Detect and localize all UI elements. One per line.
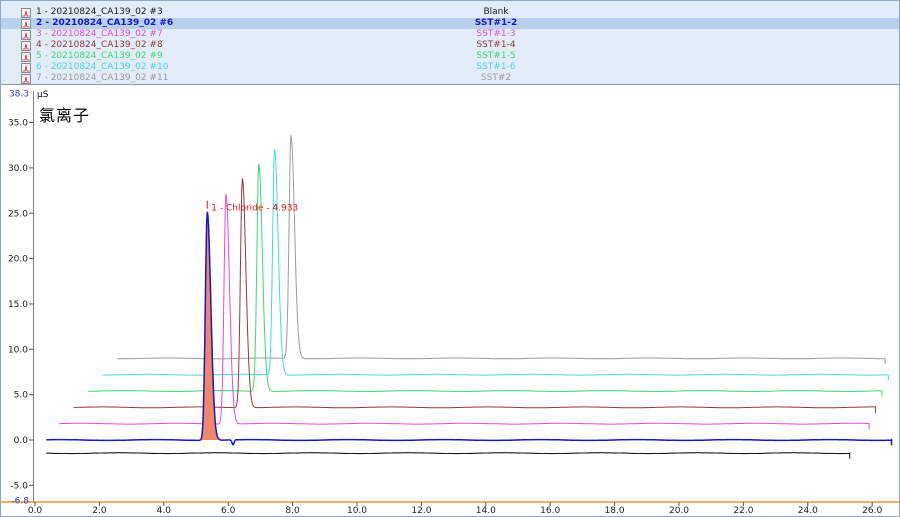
chromatogram-icon — [21, 63, 31, 73]
svg-text:14.0: 14.0 — [476, 506, 496, 516]
chromatogram-plot[interactable]: -5.0 0.0 5.0 10.0 15.0 20.0 25.0 30.0 35.0 38.3 -6… — [1, 86, 899, 517]
legend-row[interactable]: 6 - 20210824_CA139_02 #10 SST#1-6 — [1, 62, 899, 73]
svg-text:18.0: 18.0 — [605, 506, 625, 516]
svg-text:12.0: 12.0 — [411, 506, 431, 516]
chromatogram-icon — [21, 74, 31, 84]
legend-row[interactable]: 5 - 20210824_CA139_02 #9 SST#1-5 — [1, 51, 899, 62]
legend-sample-name: 5 - 20210824_CA139_02 #9 — [36, 51, 163, 62]
legend-row[interactable]: 3 - 20210824_CA139_02 #7 SST#1-3 — [1, 29, 899, 40]
chromatogram-icon — [21, 8, 31, 18]
legend-sample-name: 6 - 20210824_CA139_02 #10 — [36, 62, 168, 73]
trace-SST#2 — [117, 135, 885, 363]
svg-text:15.0: 15.0 — [8, 300, 28, 310]
legend-sample-label: Blank — [429, 7, 563, 18]
svg-text:20.0: 20.0 — [8, 255, 28, 265]
chromatogram-icon — [21, 19, 31, 29]
legend-sample-label: SST#1-5 — [429, 51, 563, 62]
svg-text:26.0: 26.0 — [862, 506, 882, 516]
svg-text:24.0: 24.0 — [798, 506, 818, 516]
legend-row[interactable]: 1 - 20210824_CA139_02 #3 Blank — [1, 7, 899, 18]
sample-legend: 1 - 20210824_CA139_02 #3Blank2 - 2021082… — [1, 1, 899, 85]
legend-sample-name: 4 - 20210824_CA139_02 #8 — [36, 40, 163, 51]
legend-sample-name: 3 - 20210824_CA139_02 #7 — [36, 29, 163, 40]
svg-text:5.0: 5.0 — [14, 391, 29, 401]
svg-text:22.0: 22.0 — [733, 506, 753, 516]
legend-row[interactable]: 4 - 20210824_CA139_02 #8 SST#1-4 — [1, 40, 899, 51]
chromatogram-icon — [21, 41, 31, 51]
svg-text:2.0: 2.0 — [92, 506, 107, 516]
svg-text:-5.0: -5.0 — [10, 481, 28, 491]
svg-text:6.0: 6.0 — [221, 506, 236, 516]
trace-Blank — [46, 453, 849, 459]
svg-text:35.0: 35.0 — [8, 119, 28, 129]
legend-sample-label: SST#1-3 — [429, 29, 563, 40]
traces — [46, 135, 891, 458]
svg-text:-6.8: -6.8 — [11, 497, 29, 507]
legend-sample-label: SST#1-4 — [429, 40, 563, 51]
axes: -5.0 0.0 5.0 10.0 15.0 20.0 25.0 30.0 35.0 38.3 -6… — [1, 90, 899, 516]
chromatogram-window: 1 - 20210824_CA139_02 #3Blank2 - 2021082… — [0, 0, 900, 517]
svg-text:30.0: 30.0 — [8, 164, 28, 174]
trace-SST#1-3 — [59, 194, 869, 429]
legend-sample-name: 2 - 20210824_CA139_02 #6 — [36, 18, 173, 29]
svg-text:38.3: 38.3 — [9, 90, 29, 100]
trace-SST#1-6 — [103, 149, 889, 380]
legend-sample-name: 1 - 20210824_CA139_02 #3 — [36, 7, 163, 18]
trace-SST#1-4 — [74, 178, 876, 412]
legend-row[interactable]: 7 - 20210824_CA139_02 #11 SST#2 — [1, 73, 899, 84]
legend-row[interactable]: 2 - 20210824_CA139_02 #6 SST#1-2 — [1, 18, 899, 29]
svg-text:10.0: 10.0 — [347, 506, 367, 516]
peak-label: 1 - Chloride - 4.933 — [211, 204, 298, 214]
svg-text:20.0: 20.0 — [669, 506, 689, 516]
svg-text:25.0: 25.0 — [8, 209, 28, 219]
trace-SST#1-2 — [46, 212, 891, 446]
svg-text:4.0: 4.0 — [157, 506, 172, 516]
chromatogram-icon — [21, 52, 31, 62]
legend-sample-label: SST#2 — [429, 73, 563, 84]
legend-sample-name: 7 - 20210824_CA139_02 #11 — [36, 73, 168, 84]
svg-text:8.0: 8.0 — [285, 506, 300, 516]
legend-sample-label: SST#1-2 — [429, 18, 563, 29]
svg-text:0.0: 0.0 — [28, 506, 43, 516]
svg-text:0.0: 0.0 — [14, 436, 29, 446]
svg-text:16.0: 16.0 — [540, 506, 560, 516]
legend-sample-label: SST#1-6 — [429, 62, 563, 73]
peak-annotation: 1 - Chloride - 4.933 — [207, 201, 298, 214]
chromatogram-icon — [21, 30, 31, 40]
svg-text:10.0: 10.0 — [8, 345, 28, 355]
